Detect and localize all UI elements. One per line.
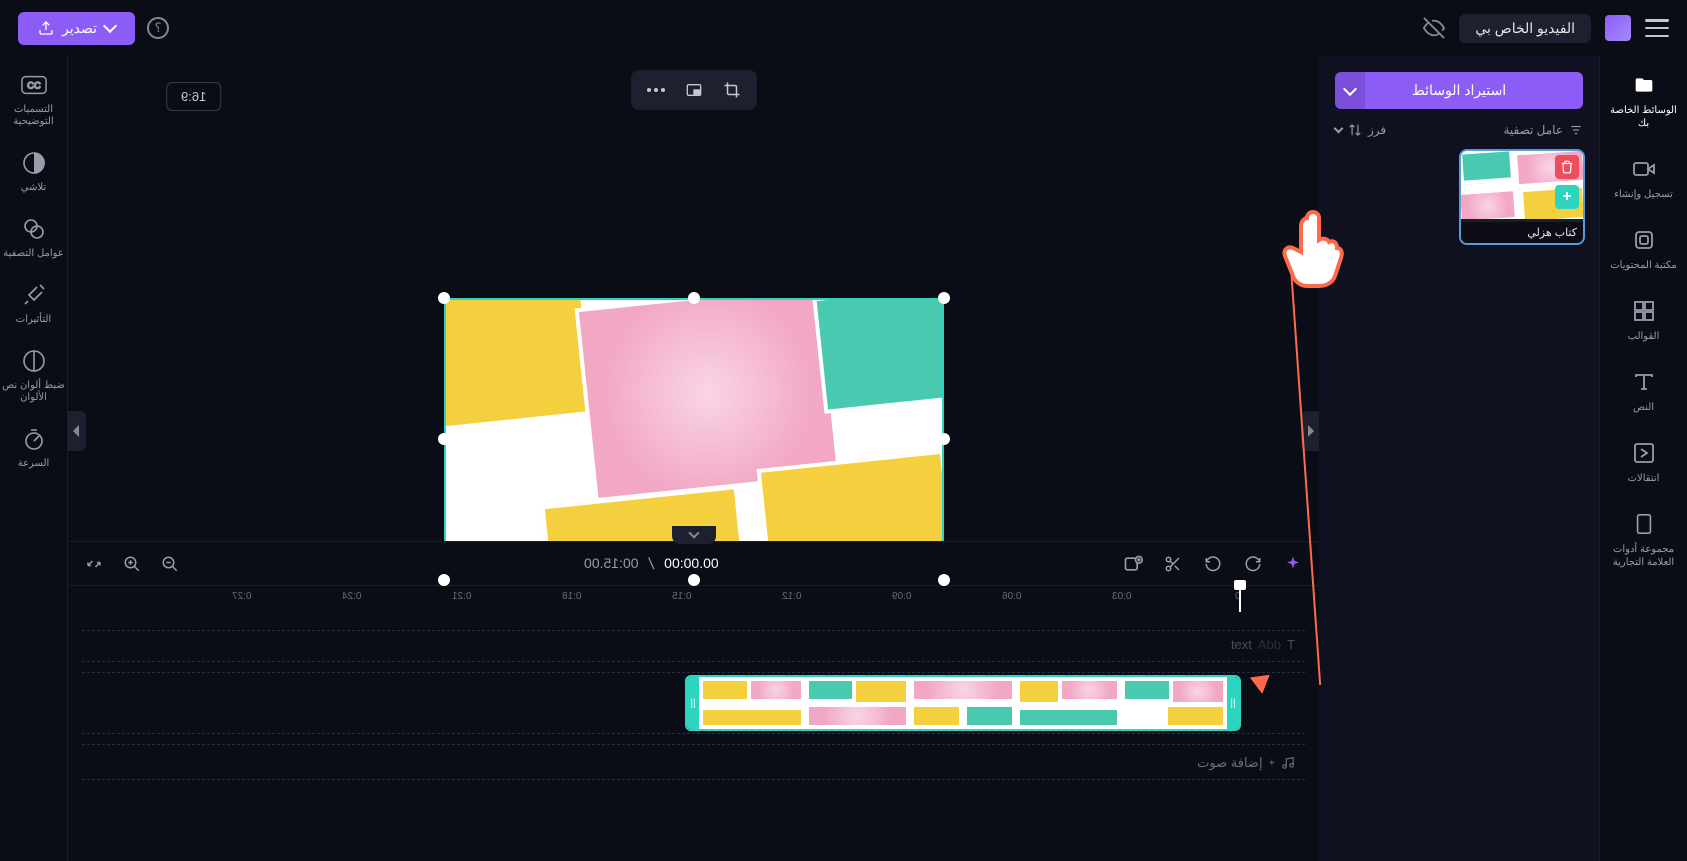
- import-media-button[interactable]: استيراد الوسائط: [1335, 72, 1583, 109]
- sidebar-item-transitions[interactable]: انتقالات: [1600, 440, 1687, 485]
- project-title-input[interactable]: الفيديو الخاص بي: [1459, 14, 1591, 43]
- sidebar-item-content-library[interactable]: مكتبة المحتويات: [1600, 227, 1687, 272]
- timeline-timecode: 00:00.00 \ 00:15.00: [584, 555, 718, 572]
- collapse-timeline-handle[interactable]: [672, 526, 716, 544]
- collapse-media-panel[interactable]: [1301, 411, 1319, 451]
- collapse-props-panel[interactable]: [68, 411, 86, 451]
- properties-sidebar: CC التسميات التوضيحية تلاشي عوامل التصفي…: [0, 56, 68, 861]
- primary-sidebar: الوسائط الخاصة بك تسجيل وإنشاء مكتبة الم…: [1599, 56, 1687, 861]
- sort-button[interactable]: فرز: [1335, 123, 1386, 137]
- app-logo: [1605, 15, 1631, 41]
- sidebar-item-text[interactable]: النص: [1600, 369, 1687, 414]
- resize-handle[interactable]: [688, 292, 700, 304]
- prop-speed[interactable]: السرعة: [18, 426, 50, 470]
- magic-icon[interactable]: [1281, 552, 1305, 576]
- clip-handle-left[interactable]: ||: [687, 677, 699, 729]
- media-item-label: كتاب هزلي: [1461, 222, 1583, 243]
- resize-handle[interactable]: [438, 292, 450, 304]
- resize-handle[interactable]: [438, 574, 450, 586]
- svg-text:CC: CC: [27, 81, 41, 91]
- video-track[interactable]: || ||: [82, 672, 1305, 734]
- add-media-icon[interactable]: [1121, 552, 1145, 576]
- text-icon: T: [1287, 637, 1295, 652]
- help-button[interactable]: ؟: [147, 17, 169, 39]
- resize-handle[interactable]: [438, 433, 450, 445]
- import-dropdown[interactable]: [1335, 72, 1365, 109]
- resize-handle[interactable]: [938, 574, 950, 586]
- add-icon[interactable]: +: [1555, 185, 1579, 209]
- text-track[interactable]: T Abb text: [82, 630, 1305, 662]
- sidebar-item-your-media[interactable]: الوسائط الخاصة بك: [1600, 72, 1687, 130]
- prop-effects[interactable]: التأثيرات: [16, 282, 51, 326]
- prop-filters[interactable]: عوامل التصفية: [3, 216, 64, 260]
- video-clip[interactable]: || ||: [685, 675, 1241, 731]
- zoom-fit-icon[interactable]: [82, 552, 106, 576]
- prop-captions[interactable]: CC التسميات التوضيحية: [0, 72, 67, 128]
- export-button[interactable]: تصدير: [18, 12, 135, 45]
- music-icon: [1281, 756, 1295, 770]
- timeline: 00:00.00 \ 00:15.00 0 0:03 0:06 0:09 0:1…: [68, 541, 1319, 861]
- sidebar-item-record[interactable]: تسجيل وإنشاء: [1600, 156, 1687, 201]
- preview-toolbar: [631, 70, 757, 110]
- chevron-down-icon: [103, 19, 117, 33]
- audio-track[interactable]: + إضافة صوت: [82, 744, 1305, 780]
- sidebar-item-templates[interactable]: القوالب: [1600, 298, 1687, 343]
- visibility-icon[interactable]: [1423, 17, 1445, 39]
- zoom-in-icon[interactable]: [120, 552, 144, 576]
- top-bar: الفيديو الخاص بي ؟ تصدير: [0, 0, 1687, 56]
- resize-handle[interactable]: [938, 433, 950, 445]
- split-icon[interactable]: [1161, 552, 1185, 576]
- aspect-ratio-button[interactable]: 16:9: [166, 82, 221, 111]
- media-panel: استيراد الوسائط عامل تصفية فرز +: [1319, 56, 1599, 861]
- more-icon[interactable]: [641, 77, 671, 103]
- sidebar-item-brand-kit[interactable]: مجموعة أدوات العلامة التجارية: [1600, 511, 1687, 569]
- redo-icon[interactable]: [1241, 552, 1265, 576]
- clip-handle-right[interactable]: ||: [1227, 677, 1239, 729]
- playhead[interactable]: [1239, 586, 1241, 612]
- delete-icon[interactable]: [1555, 155, 1579, 179]
- prop-fade[interactable]: تلاشي: [21, 150, 47, 194]
- media-item-comic[interactable]: + كتاب هزلي: [1461, 151, 1583, 243]
- pip-icon[interactable]: [679, 77, 709, 103]
- undo-icon[interactable]: [1201, 552, 1225, 576]
- zoom-out-icon[interactable]: [158, 552, 182, 576]
- timeline-ruler[interactable]: 0 0:03 0:06 0:09 0:12 0:15 0:18 0:21 0:2…: [68, 586, 1319, 612]
- resize-handle[interactable]: [938, 292, 950, 304]
- resize-handle[interactable]: [688, 574, 700, 586]
- upload-icon: [38, 20, 54, 36]
- menu-button[interactable]: [1645, 19, 1669, 37]
- prop-colors[interactable]: ضبط ألوان نص الألوان: [0, 348, 67, 404]
- crop-icon[interactable]: [717, 77, 747, 103]
- filter-button[interactable]: عامل تصفية: [1503, 123, 1583, 137]
